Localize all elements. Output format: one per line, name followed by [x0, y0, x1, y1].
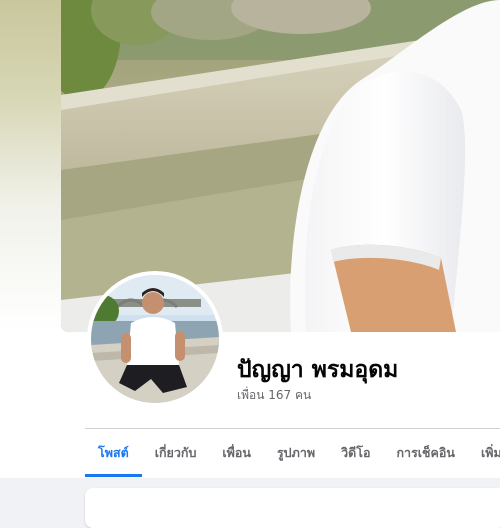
profile-avatar[interactable] [87, 271, 223, 407]
tab-about[interactable]: เกี่ยวกับ [142, 429, 210, 477]
cover-backdrop [0, 0, 62, 330]
profile-name: ปัญญา พรมอุดม [237, 357, 399, 383]
tab-photos[interactable]: รูปภาพ [264, 429, 328, 477]
tab-videos[interactable]: วิดีโอ [328, 429, 383, 477]
avatar-photo [91, 275, 219, 403]
tab-more[interactable]: เพิ่ม [468, 429, 500, 477]
profile-header: ปัญญา พรมอุดม เพื่อน 167 คน โพสต์ เกี่ยว… [0, 0, 500, 478]
tab-friends[interactable]: เพื่อน [209, 429, 264, 477]
content-card [85, 488, 500, 528]
tab-posts[interactable]: โพสต์ [85, 429, 142, 477]
friends-count[interactable]: เพื่อน 167 คน [237, 386, 311, 405]
tab-check-ins[interactable]: การเช็คอิน [383, 429, 467, 477]
profile-tabs: โพสต์ เกี่ยวกับ เพื่อน รูปภาพ วิดีโอ การ… [85, 429, 500, 477]
